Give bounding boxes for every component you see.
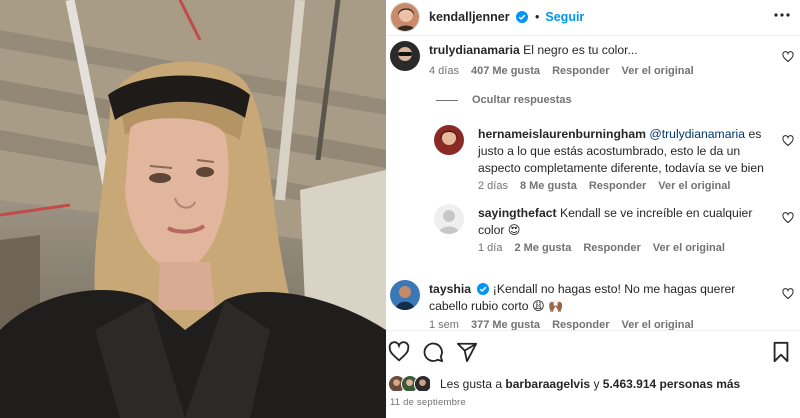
replier-avatar[interactable] [434, 125, 464, 155]
reply-button[interactable]: Responder [552, 65, 609, 77]
heart-icon[interactable] [782, 135, 794, 147]
see-original-button[interactable]: Ver el original [658, 180, 730, 192]
reply-time[interactable]: 2 días [478, 180, 508, 192]
more-icon[interactable] [774, 13, 790, 17]
commenter-avatar[interactable] [390, 41, 420, 71]
heart-icon[interactable] [782, 288, 794, 300]
post-sidebar: kendalljenner • Seguir trulydianamaria E… [386, 0, 800, 418]
reply-text: sayingthefact Kendall se ve increíble en… [478, 205, 778, 239]
reply-button[interactable]: Responder [552, 319, 609, 330]
reply-button[interactable]: Responder [589, 180, 646, 192]
reply-mention[interactable]: @trulydianamaria [649, 127, 745, 141]
reply-likes[interactable]: 2 Me gusta [514, 242, 571, 254]
comment-item: trulydianamaria El negro es tu color... … [390, 41, 794, 85]
post-header: kendalljenner • Seguir [386, 0, 800, 35]
verified-icon [516, 11, 529, 23]
comment-likes[interactable]: 377 Me gusta [471, 319, 540, 330]
likes-prefix: Les gusta a [440, 377, 503, 391]
reply-meta: 1 día 2 Me gusta Responder Ver el origin… [478, 242, 725, 254]
post-photo[interactable] [0, 0, 386, 418]
see-original-button[interactable]: Ver el original [653, 242, 725, 254]
hide-replies-line [436, 99, 458, 101]
post-date[interactable]: 11 de septiembre [390, 397, 466, 408]
liker-username[interactable]: barbaraagelvis [505, 377, 590, 391]
see-original-button[interactable]: Ver el original [622, 319, 694, 330]
likes-connector: y [593, 377, 600, 391]
comment-text: trulydianamaria El negro es tu color... [429, 42, 769, 59]
likers-avatars [388, 375, 434, 393]
heart-icon[interactable] [782, 212, 794, 224]
reply-username[interactable]: sayingthefact [478, 206, 557, 220]
bookmark-icon[interactable] [770, 341, 792, 363]
verified-icon [477, 283, 490, 295]
comment-body: El negro es tu color... [523, 43, 638, 57]
owner-avatar[interactable] [390, 2, 420, 32]
likes-count[interactable]: 5.463.914 personas más [603, 377, 740, 391]
heart-icon[interactable] [782, 51, 794, 63]
reply-text: hernameislaurenburningham @trulydianamar… [478, 126, 778, 177]
comment-username[interactable]: tayshia [429, 282, 493, 296]
reply-item: sayingthefact Kendall se ve increíble en… [434, 204, 794, 256]
comments-list[interactable]: trulydianamaria El negro es tu color... … [386, 36, 800, 330]
likes-summary[interactable]: Les gusta a barbaraagelvis y 5.463.914 p… [388, 374, 740, 394]
instagram-post: kendalljenner • Seguir trulydianamaria E… [0, 0, 800, 418]
share-icon[interactable] [456, 341, 478, 363]
follow-label: Seguir [545, 10, 585, 24]
separator-dot: • [535, 10, 540, 24]
follow-button[interactable]: • Seguir [535, 10, 584, 24]
comment-icon[interactable] [422, 341, 444, 363]
comment-text: tayshia ¡Kendall no hagas esto! No me ha… [429, 281, 774, 315]
comment-item: tayshia ¡Kendall no hagas esto! No me ha… [390, 280, 794, 330]
reply-meta: 2 días 8 Me gusta Responder Ver el origi… [478, 180, 730, 192]
see-original-button[interactable]: Ver el original [622, 65, 694, 77]
hide-replies-label: Ocultar respuestas [472, 94, 572, 106]
post-actions [386, 338, 800, 366]
owner-username[interactable]: kendalljenner [429, 10, 529, 24]
comment-time[interactable]: 1 sem [429, 319, 459, 330]
comment-meta: 1 sem 377 Me gusta Responder Ver el orig… [429, 319, 694, 330]
comment-meta: 4 días 407 Me gusta Responder Ver el ori… [429, 65, 694, 77]
liker-avatar [414, 375, 432, 393]
reply-time[interactable]: 1 día [478, 242, 502, 254]
comment-username[interactable]: trulydianamaria [429, 43, 520, 57]
commenter-avatar[interactable] [390, 280, 420, 310]
actions-divider [386, 330, 800, 331]
portrait-illustration [0, 0, 386, 418]
reply-item: hernameislaurenburningham @trulydianamar… [434, 125, 794, 192]
comment-time[interactable]: 4 días [429, 65, 459, 77]
comment-likes[interactable]: 407 Me gusta [471, 65, 540, 77]
reply-likes[interactable]: 8 Me gusta [520, 180, 577, 192]
replier-avatar[interactable] [434, 204, 464, 234]
heart-icon[interactable] [388, 341, 410, 363]
reply-username[interactable]: hernameislaurenburningham [478, 127, 646, 141]
reply-button[interactable]: Responder [583, 242, 640, 254]
hide-replies-button[interactable]: Ocultar respuestas [436, 94, 572, 106]
